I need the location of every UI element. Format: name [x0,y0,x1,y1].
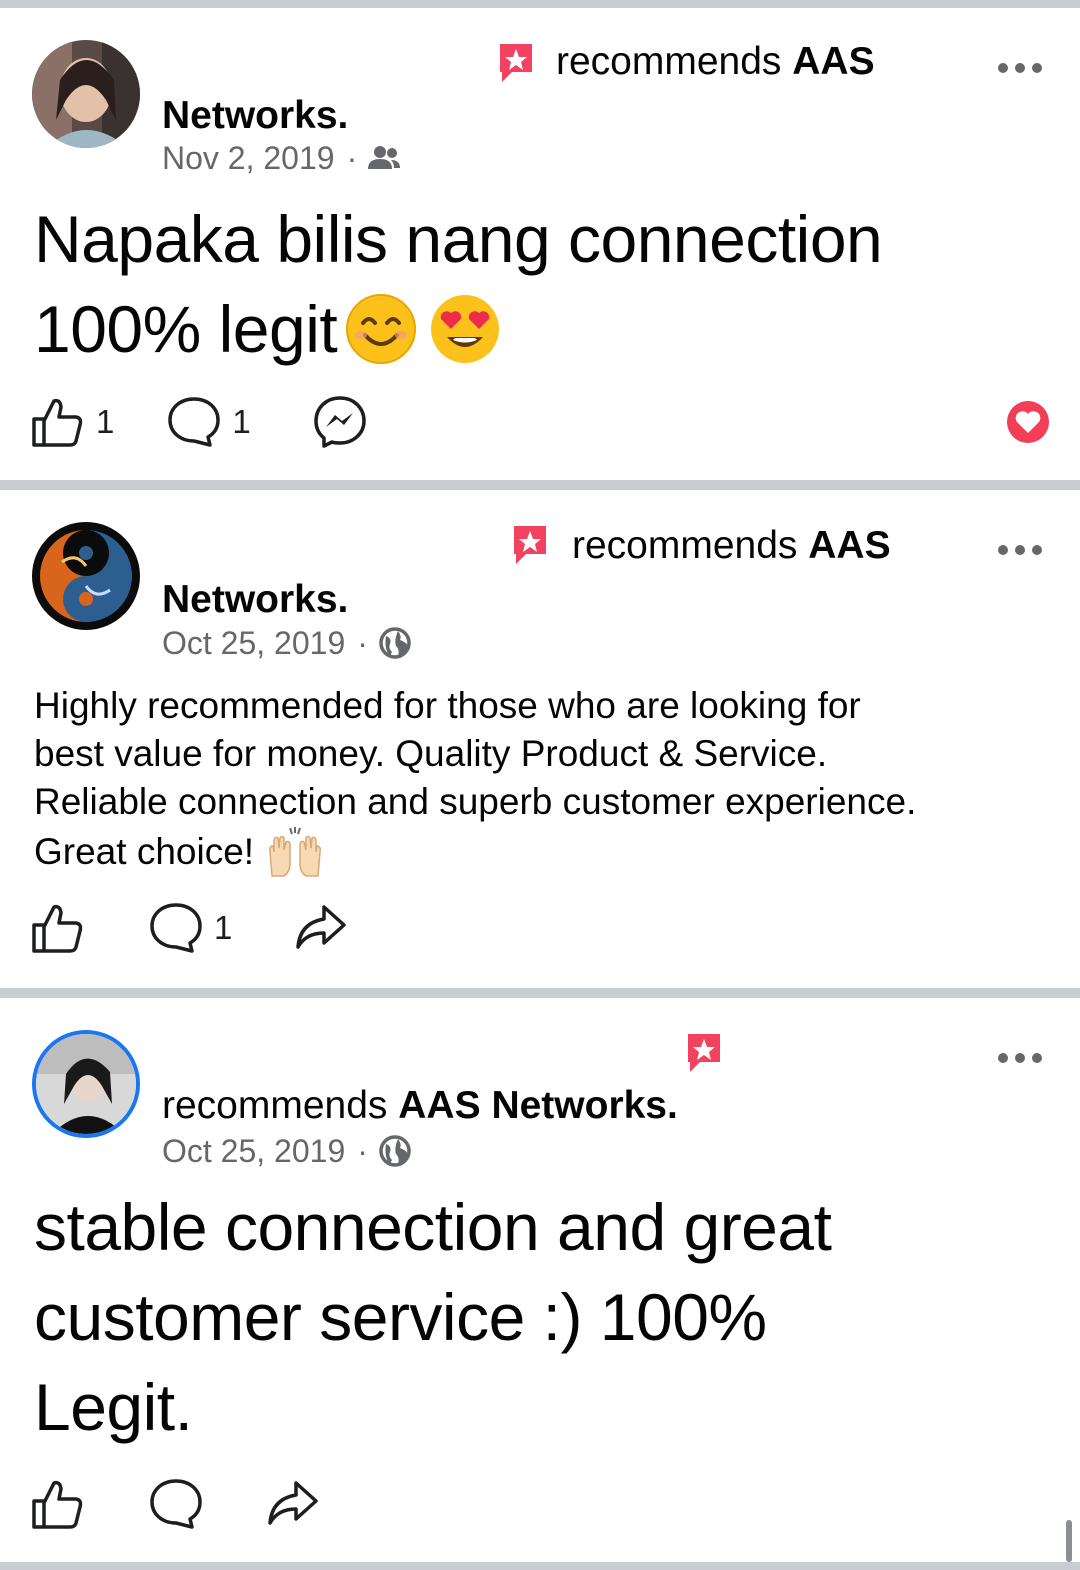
post-card: recommends AAS Networks. Oct 25, 2019 · … [0,998,1080,1562]
recommends-line: recommends AAS [572,526,891,565]
recommend-star-icon [500,44,532,82]
send-button[interactable] [313,395,367,449]
post-date[interactable]: Oct 25, 2019 [162,627,345,659]
like-button[interactable] [30,1477,86,1531]
post-text-line: 100% legit [34,284,882,374]
action-bar: 1 [30,898,348,958]
post-text-line: best value for money. Quality Product & … [34,733,828,774]
post-text: Napaka bilis nang connection 100% legit [34,194,883,374]
post-text-line: Reliable connection and superb customer … [34,781,917,822]
more-options-button[interactable] [998,544,1042,556]
comment-icon [150,903,202,953]
avatar[interactable] [32,1030,140,1138]
friends-icon [368,146,401,169]
recommend-star-icon [514,526,546,564]
post-text-line: Napaka bilis nang connection [34,202,883,276]
meta-separator: · [357,625,368,661]
post-text-line: customer service :) 100% [34,1280,767,1354]
page-name-link[interactable]: AAS [808,524,890,567]
like-count: 1 [96,403,115,440]
share-button[interactable] [264,1477,320,1531]
recommends-text: recommends [162,1084,388,1127]
comment-icon [150,1479,202,1529]
page-name-link[interactable]: Networks. [162,96,348,135]
comment-button[interactable] [148,1477,204,1531]
thumbs-up-icon [32,398,83,447]
post-date[interactable]: Nov 2, 2019 [162,142,335,174]
globe-icon [379,1135,411,1167]
love-reaction-icon[interactable] [1006,400,1050,444]
post-meta: Oct 25, 2019 · [162,1134,412,1168]
heart-eyes-icon [431,295,500,363]
comment-button[interactable]: 1 [148,901,232,955]
meta-separator: · [357,1133,368,1169]
comment-icon [168,397,221,447]
post-text-line: stable connection and great [34,1190,832,1264]
avatar[interactable] [32,40,140,148]
share-icon [268,1481,318,1525]
thumbs-up-icon [32,1480,83,1529]
recommends-text: recommends [572,524,798,567]
post-text: Highly recommended for those who are loo… [34,682,1044,878]
recommend-star-icon [688,1034,720,1072]
like-button[interactable] [30,901,86,955]
more-options-button[interactable] [998,62,1042,74]
share-icon [296,905,347,949]
recommends-text: recommends [556,40,782,83]
more-options-button[interactable] [998,1052,1042,1064]
post-text: stable connection and great customer ser… [34,1182,832,1452]
post-card: recommends AAS Networks. Nov 2, 2019 · N… [0,8,1080,480]
recommends-line: recommends AAS Networks. [162,1086,678,1125]
like-button[interactable]: 1 [30,395,114,449]
page-name-link[interactable]: Networks. [162,580,348,619]
scrollbar[interactable] [1066,1520,1072,1562]
messenger-icon [313,396,366,448]
globe-icon [379,627,411,659]
comment-button[interactable]: 1 [166,395,251,449]
comment-count: 1 [232,403,251,440]
page-name-link[interactable]: AAS [792,40,874,83]
post-meta: Oct 25, 2019 · [162,626,412,660]
post-text-line: Legit. [34,1370,193,1444]
smiling-face-icon [346,294,417,364]
action-bar [30,1474,320,1534]
meta-separator: · [346,140,358,176]
recommends-line: recommends AAS [556,42,875,81]
post-date[interactable]: Oct 25, 2019 [162,1135,345,1167]
post-card: recommends AAS Networks. Oct 25, 2019 · … [0,490,1080,988]
post-meta: Nov 2, 2019 · [162,142,401,174]
avatar[interactable] [32,522,140,630]
thumbs-up-icon [32,904,83,953]
share-button[interactable] [292,901,348,955]
post-text-line: Great choice! [34,826,1044,878]
page-name-link[interactable]: AAS Networks. [398,1084,678,1127]
post-text-line: Highly recommended for those who are loo… [34,685,861,726]
action-bar: 1 1 [30,392,1050,452]
comment-count: 1 [214,909,233,946]
raising-hands-icon [269,827,321,877]
